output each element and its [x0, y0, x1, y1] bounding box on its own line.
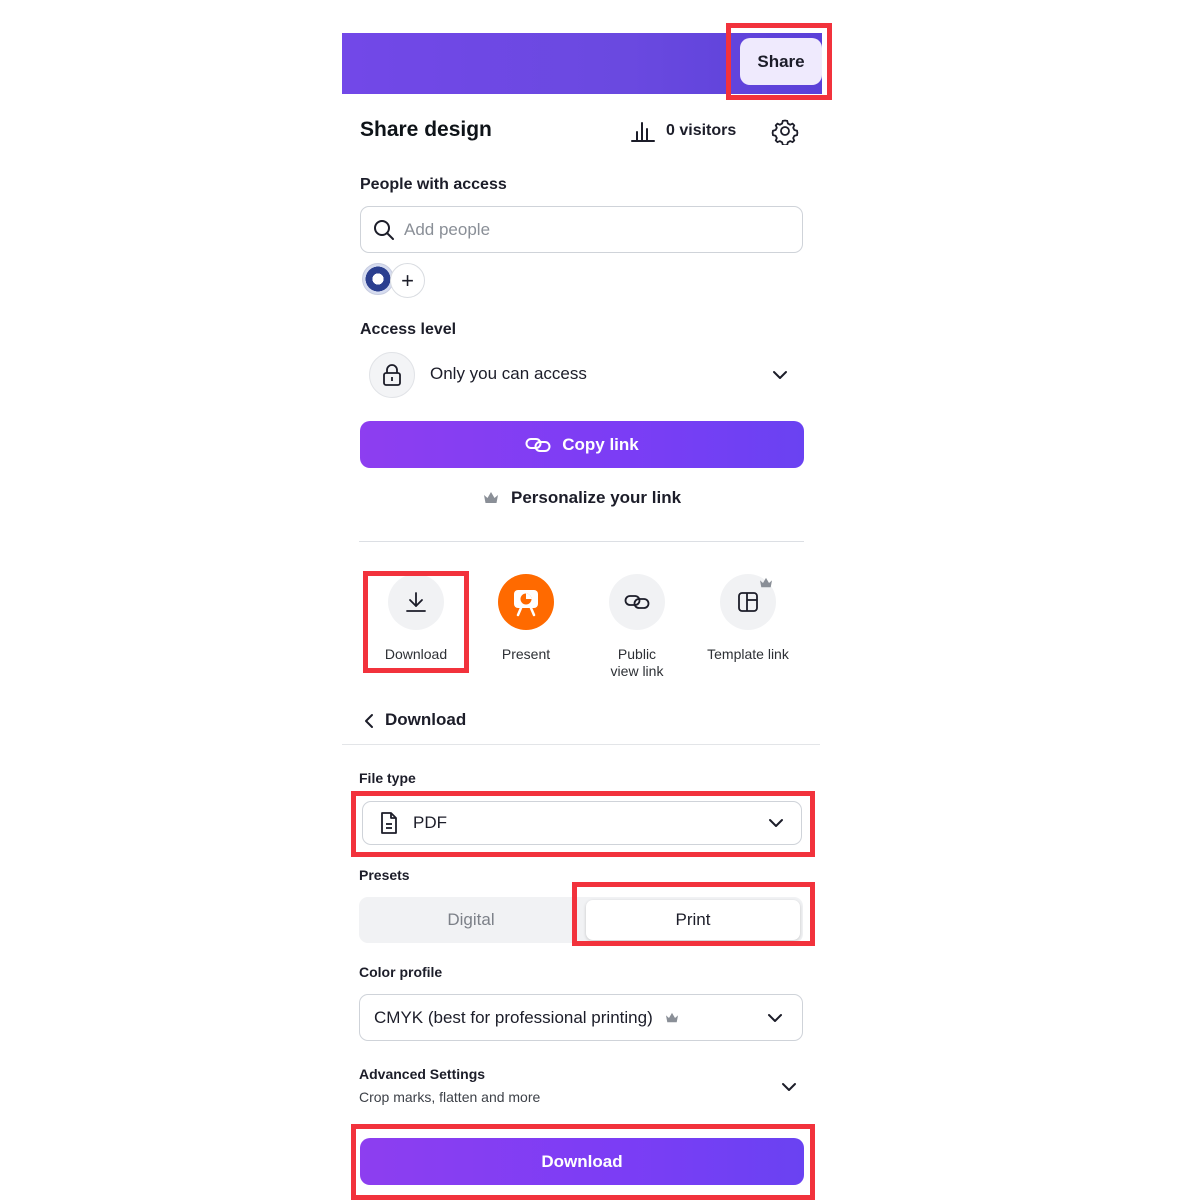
chevron-down-icon [768, 1013, 782, 1022]
copy-link-label: Copy link [562, 434, 639, 454]
copy-link-button[interactable]: Copy link [360, 421, 804, 468]
chevron-down-icon[interactable] [780, 1078, 798, 1096]
option-public-view-link[interactable]: Public view link [587, 574, 687, 680]
gear-icon[interactable] [771, 117, 799, 145]
preset-digital[interactable]: Digital [360, 898, 582, 942]
link-icon [609, 574, 665, 630]
link-icon [525, 437, 551, 452]
share-button[interactable]: Share [740, 38, 822, 85]
share-panel-title: Share design [360, 118, 492, 141]
option-public-view-label-line1: Public [617, 646, 657, 662]
lock-icon [383, 364, 401, 386]
present-icon [498, 574, 554, 630]
download-panel-title: Download [385, 710, 467, 729]
plus-icon: + [401, 267, 414, 293]
access-level-icon[interactable] [369, 352, 415, 398]
color-profile-label: Color profile [359, 964, 443, 980]
option-template-link-label: Template link [707, 646, 789, 662]
download-button[interactable]: Download [360, 1138, 804, 1185]
advanced-settings-description: Crop marks, flatten and more [359, 1089, 541, 1105]
chevron-down-icon[interactable] [771, 366, 789, 384]
option-download-label: Download [384, 646, 448, 662]
add-people-placeholder: Add people [404, 219, 491, 239]
add-collaborator-button[interactable]: + [390, 263, 425, 298]
file-type-value: PDF [413, 813, 447, 832]
document-icon [381, 812, 397, 834]
search-icon [374, 219, 394, 240]
personalize-label: Personalize your link [511, 488, 682, 507]
divider [359, 541, 804, 542]
option-present-label: Present [501, 646, 551, 662]
option-download[interactable]: Download [366, 574, 466, 663]
file-type-label: File type [359, 770, 416, 786]
preset-print[interactable]: Print [586, 900, 800, 940]
option-template-link[interactable]: Template link [698, 574, 798, 663]
access-level-label: Access level [360, 321, 457, 338]
file-type-select[interactable]: PDF [362, 801, 802, 845]
bar-chart-icon [631, 122, 655, 142]
crown-icon [484, 492, 498, 503]
color-profile-select[interactable]: CMYK (best for professional printing) [359, 994, 803, 1041]
download-icon [388, 574, 444, 630]
chevron-down-icon [769, 819, 783, 827]
crown-icon [665, 1012, 678, 1022]
crown-icon [760, 577, 772, 588]
personalize-link[interactable]: Personalize your link [483, 488, 681, 508]
people-with-access-label: People with access [360, 176, 507, 193]
option-public-view-label-line2: view link [610, 663, 664, 679]
add-people-input[interactable]: Add people [360, 206, 803, 253]
color-profile-value: CMYK (best for professional printing) [374, 1007, 653, 1027]
visitors-label: 0 visitors [666, 122, 737, 139]
visitors-counter[interactable]: 0 visitors [630, 117, 736, 145]
access-level-value[interactable]: Only you can access [430, 364, 587, 384]
presets-label: Presets [359, 867, 410, 883]
advanced-settings-label[interactable]: Advanced Settings [359, 1066, 485, 1082]
option-present[interactable]: Present [476, 574, 576, 663]
chevron-left-icon[interactable] [360, 712, 378, 730]
